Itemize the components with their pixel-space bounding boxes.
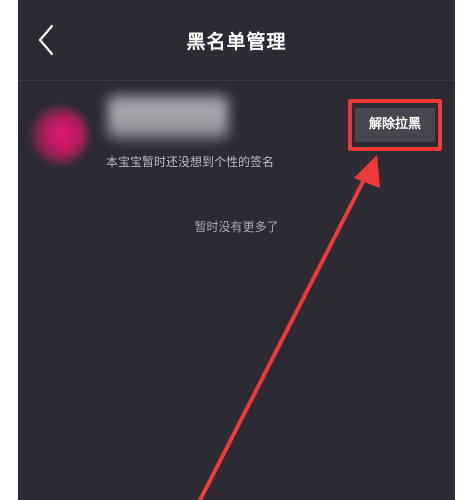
user-signature: 本宝宝暂时还没想到个性的签名 — [106, 155, 275, 169]
avatar[interactable] — [32, 107, 88, 163]
blacklist-screen: 黑名单管理 本宝宝暂时还没想到个性的签名 解除拉黑 暂时没有更多了 — [18, 0, 455, 500]
unblock-button[interactable]: 解除拉黑 — [355, 108, 435, 142]
no-more-text: 暂时没有更多了 — [194, 220, 279, 234]
username-blurred — [108, 95, 228, 139]
nav-bar: 黑名单管理 — [18, 0, 455, 80]
blocked-user-row: 本宝宝暂时还没想到个性的签名 解除拉黑 — [18, 81, 455, 186]
page-title: 黑名单管理 — [186, 31, 287, 53]
